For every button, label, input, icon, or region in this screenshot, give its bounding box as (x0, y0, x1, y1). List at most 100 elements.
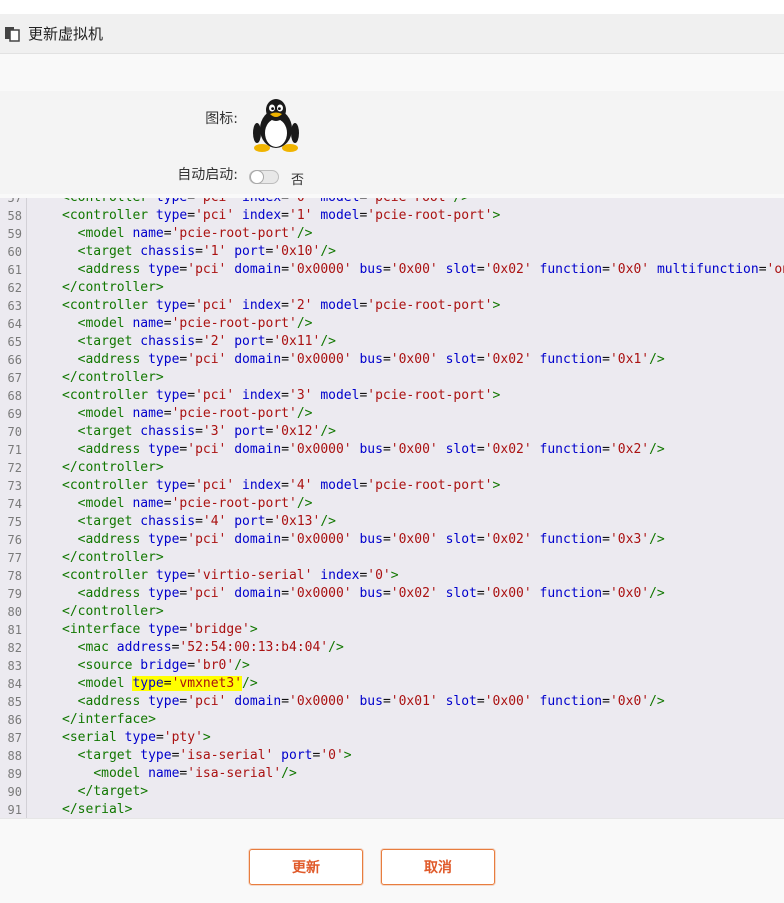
code-line: 66 <address type='pci' domain='0x0000' b… (0, 351, 784, 369)
code-line: 82 <mac address='52:54:00:13:b4:04'/> (0, 639, 784, 657)
title-bar: 更新虚拟机 (0, 14, 784, 54)
code-text: <address type='pci' domain='0x0000' bus=… (77, 352, 665, 367)
code-text: <address type='pci' domain='0x0000' bus=… (77, 262, 784, 277)
dialog-title: 更新虚拟机 (28, 25, 104, 43)
code-line: 74 <model name='pcie-root-port'/> (0, 495, 784, 513)
code-line: 59 <model name='pcie-root-port'/> (0, 225, 784, 243)
code-text: <target chassis='4' port='0x13'/> (77, 514, 336, 529)
code-line: 89 <model name='isa-serial'/> (0, 765, 784, 783)
spacer (0, 55, 784, 91)
code-text: </controller> (62, 550, 164, 565)
code-line: 88 <target type='isa-serial' port='0'> (0, 747, 784, 765)
code-line: 68 <controller type='pci' index='3' model… (0, 387, 784, 405)
line-number: 77 (7, 551, 22, 565)
cancel-button[interactable]: 取消 (381, 849, 495, 885)
code-line: 79 <address type='pci' domain='0x0000' b… (0, 585, 784, 603)
update-vm-dialog: 更新虚拟机 图标: 自动启动: 否 57 <controller type='pc… (0, 0, 784, 903)
code-text: <model type='vmxnet3'/> (77, 676, 258, 691)
code-text: <model name='isa-serial'/> (93, 766, 297, 781)
line-number: 90 (7, 785, 22, 799)
line-number: 78 (7, 569, 22, 583)
line-number: 62 (7, 281, 22, 295)
line-number: 64 (7, 317, 22, 331)
code-line: 85 <address type='pci' domain='0x0000' b… (0, 693, 784, 711)
line-number: 76 (7, 533, 22, 547)
code-text: <address type='pci' domain='0x0000' bus=… (77, 442, 665, 457)
code-line: 69 <model name='pcie-root-port'/> (0, 405, 784, 423)
code-line: 75 <target chassis='4' port='0x13'/> (0, 513, 784, 531)
line-number: 74 (7, 497, 22, 511)
line-number: 71 (7, 443, 22, 457)
code-text: <mac address='52:54:00:13:b4:04'/> (77, 640, 344, 655)
code-text: <model name='pcie-root-port'/> (77, 496, 313, 511)
code-line: 86 </interface> (0, 711, 784, 729)
update-button[interactable]: 更新 (249, 849, 363, 885)
code-text: <target chassis='3' port='0x12'/> (77, 424, 336, 439)
line-number: 69 (7, 407, 22, 421)
line-number: 83 (7, 659, 22, 673)
code-text: <controller type='pci' index='3' model='… (62, 388, 501, 403)
line-number: 91 (7, 803, 22, 817)
code-text: <interface type='bridge'> (62, 622, 258, 637)
code-text: <controller type='virtio-serial' index='… (62, 568, 399, 583)
code-text: <model name='pcie-root-port'/> (77, 316, 313, 331)
top-strip (0, 0, 784, 14)
code-text: <target type='isa-serial' port='0'> (77, 748, 352, 763)
icon-label: 图标: (205, 111, 238, 127)
code-line: 87 <serial type='pty'> (0, 729, 784, 747)
line-number: 85 (7, 695, 22, 709)
toggle-knob (250, 170, 264, 184)
code-line: 70 <target chassis='3' port='0x12'/> (0, 423, 784, 441)
code-text: <address type='pci' domain='0x0000' bus=… (77, 532, 665, 547)
line-number: 72 (7, 461, 22, 475)
code-text: <source bridge='br0'/> (77, 658, 250, 673)
line-number: 65 (7, 335, 22, 349)
linux-tux-icon[interactable] (252, 97, 300, 153)
line-number: 73 (7, 479, 22, 493)
line-number: 81 (7, 623, 22, 637)
line-number: 58 (7, 209, 22, 223)
line-number: 86 (7, 713, 22, 727)
line-number: 79 (7, 587, 22, 601)
code-line: 73 <controller type='pci' index='4' model… (0, 477, 784, 495)
line-number: 84 (7, 677, 22, 691)
code-line: 77 </controller> (0, 549, 784, 567)
line-number: 61 (7, 263, 22, 277)
line-number: 88 (7, 749, 22, 763)
code-line: 81 <interface type='bridge'> (0, 621, 784, 639)
autostart-label: 自动启动: (177, 167, 238, 183)
code-line: 61 <address type='pci' domain='0x0000' b… (0, 261, 784, 279)
code-line: 83 <source bridge='br0'/> (0, 657, 784, 675)
code-text: </controller> (62, 280, 164, 295)
code-line: 67 </controller> (0, 369, 784, 387)
code-line: 76 <address type='pci' domain='0x0000' b… (0, 531, 784, 549)
code-text: <controller type='pci' index='2' model='… (62, 298, 501, 313)
autostart-toggle[interactable] (249, 170, 279, 184)
code-text: <controller type='pci' index='4' model='… (62, 478, 501, 493)
code-line: 72 </controller> (0, 459, 784, 477)
code-text: <target chassis='2' port='0x11'/> (77, 334, 336, 349)
code-line: 63 <controller type='pci' index='2' model… (0, 297, 784, 315)
code-text: <model name='pcie-root-port'/> (77, 406, 313, 421)
code-text: <model name='pcie-root-port'/> (77, 226, 313, 241)
dialog-footer: 更新 取消 (0, 818, 784, 903)
code-line: 71 <address type='pci' domain='0x0000' b… (0, 441, 784, 459)
line-number: 67 (7, 371, 22, 385)
xml-code-editor[interactable]: 57 <controller type='pci' index='0' model… (0, 198, 784, 818)
line-number: 87 (7, 731, 22, 745)
code-line: 57 <controller type='pci' index='0' model… (0, 198, 784, 207)
line-number: 66 (7, 353, 22, 367)
code-text: <address type='pci' domain='0x0000' bus=… (77, 694, 665, 709)
line-number: 75 (7, 515, 22, 529)
code-line: 84 <model type='vmxnet3'/> (0, 675, 784, 693)
code-line: 60 <target chassis='1' port='0x10'/> (0, 243, 784, 261)
code-line: 64 <model name='pcie-root-port'/> (0, 315, 784, 333)
code-text: <controller type='pci' index='0' model='… (62, 198, 469, 207)
code-lines: 57 <controller type='pci' index='0' model… (0, 198, 784, 818)
code-text: </controller> (62, 604, 164, 619)
code-line: 91 </serial> (0, 801, 784, 818)
code-text: </controller> (62, 460, 164, 475)
code-line: 90 </target> (0, 783, 784, 801)
line-number: 68 (7, 389, 22, 403)
line-number: 57 (7, 198, 22, 205)
